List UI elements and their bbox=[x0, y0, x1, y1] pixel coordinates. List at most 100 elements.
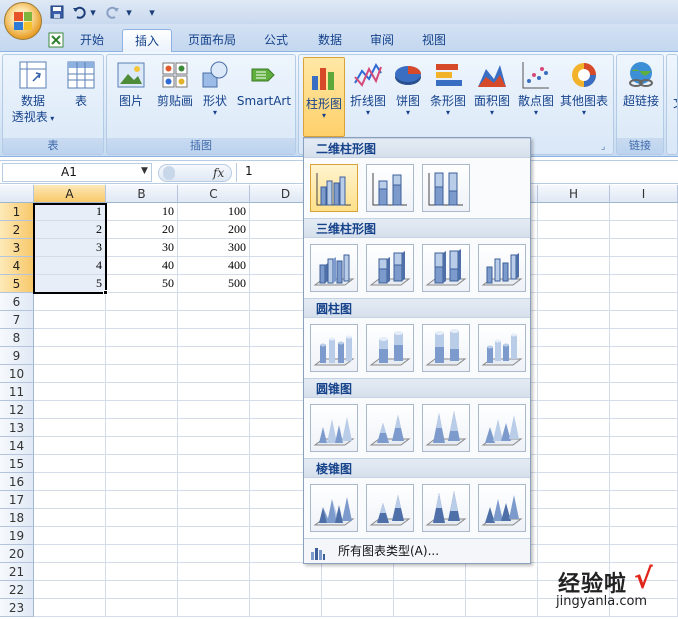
cell[interactable] bbox=[610, 419, 678, 437]
cell[interactable] bbox=[538, 239, 610, 257]
tab-formulas[interactable]: 公式 bbox=[252, 29, 300, 53]
select-all-corner[interactable] bbox=[0, 185, 34, 203]
name-box[interactable]: A1 ▼ bbox=[2, 163, 152, 182]
cell[interactable] bbox=[610, 347, 678, 365]
cell[interactable]: 50 bbox=[106, 275, 178, 293]
dialog-launcher-icon[interactable]: ⌟ bbox=[601, 142, 611, 152]
cell[interactable] bbox=[106, 347, 178, 365]
3d-clustered-column-option[interactable] bbox=[310, 244, 358, 292]
cell[interactable] bbox=[538, 473, 610, 491]
percent-stacked-cylinder-option[interactable] bbox=[422, 324, 470, 372]
cell[interactable] bbox=[106, 383, 178, 401]
excel-doc-icon[interactable] bbox=[48, 32, 64, 48]
picture-button[interactable]: 图片 bbox=[111, 59, 151, 109]
cell[interactable] bbox=[250, 599, 322, 617]
cell[interactable] bbox=[34, 329, 106, 347]
cell[interactable] bbox=[538, 401, 610, 419]
cell[interactable] bbox=[538, 545, 610, 563]
bar-chart-button[interactable]: 条形图 ▾ bbox=[427, 59, 469, 117]
row-header[interactable]: 5 bbox=[0, 275, 34, 293]
cell[interactable]: 30 bbox=[106, 239, 178, 257]
cell[interactable] bbox=[106, 293, 178, 311]
cell[interactable] bbox=[538, 383, 610, 401]
cell[interactable] bbox=[178, 401, 250, 419]
cell[interactable]: 500 bbox=[178, 275, 250, 293]
shapes-button[interactable]: 形状 ▾ bbox=[199, 59, 231, 117]
column-header-c[interactable]: C bbox=[178, 185, 250, 203]
row-header[interactable]: 7 bbox=[0, 311, 34, 329]
cell[interactable]: 200 bbox=[178, 221, 250, 239]
cell[interactable] bbox=[106, 491, 178, 509]
cell[interactable] bbox=[610, 239, 678, 257]
cell[interactable]: 4 bbox=[34, 257, 106, 275]
column-chart-button[interactable]: 柱形图 ▾ bbox=[303, 57, 345, 137]
redo-dropdown-icon[interactable]: ▾ bbox=[124, 4, 134, 20]
cell[interactable] bbox=[34, 419, 106, 437]
cell[interactable] bbox=[34, 401, 106, 419]
cell[interactable] bbox=[610, 293, 678, 311]
cell[interactable] bbox=[394, 599, 466, 617]
cell[interactable] bbox=[106, 581, 178, 599]
row-header[interactable]: 19 bbox=[0, 527, 34, 545]
tab-insert[interactable]: 插入 bbox=[122, 29, 173, 53]
3d-cylinder-option[interactable] bbox=[478, 324, 526, 372]
other-charts-button[interactable]: 其他图表 ▾ bbox=[557, 59, 611, 117]
cell[interactable] bbox=[34, 383, 106, 401]
cell[interactable] bbox=[106, 419, 178, 437]
cell[interactable] bbox=[610, 257, 678, 275]
smartart-button[interactable]: SmartArt bbox=[233, 59, 295, 109]
cell[interactable] bbox=[106, 455, 178, 473]
cell[interactable] bbox=[538, 455, 610, 473]
pivot-table-button[interactable]: 数据 透视表 ▾ bbox=[7, 59, 59, 127]
cell[interactable] bbox=[106, 599, 178, 617]
row-header[interactable]: 9 bbox=[0, 347, 34, 365]
cell[interactable] bbox=[250, 581, 322, 599]
row-header[interactable]: 17 bbox=[0, 491, 34, 509]
row-header[interactable]: 1 bbox=[0, 203, 34, 221]
row-header[interactable]: 8 bbox=[0, 329, 34, 347]
tab-data[interactable]: 数据 bbox=[306, 29, 354, 53]
cell[interactable] bbox=[178, 293, 250, 311]
cell[interactable] bbox=[34, 311, 106, 329]
row-header[interactable]: 6 bbox=[0, 293, 34, 311]
cell[interactable] bbox=[34, 545, 106, 563]
cell[interactable] bbox=[610, 383, 678, 401]
3d-cone-option[interactable] bbox=[478, 404, 526, 452]
percent-stacked-column-option[interactable] bbox=[422, 164, 470, 212]
cell[interactable] bbox=[610, 437, 678, 455]
cell[interactable] bbox=[466, 563, 538, 581]
hyperlink-button[interactable]: 超链接 bbox=[619, 59, 663, 109]
cell[interactable]: 400 bbox=[178, 257, 250, 275]
cell[interactable] bbox=[538, 347, 610, 365]
cell[interactable] bbox=[610, 275, 678, 293]
cell[interactable] bbox=[106, 473, 178, 491]
cell[interactable] bbox=[106, 365, 178, 383]
stacked-cone-option[interactable] bbox=[366, 404, 414, 452]
cell[interactable] bbox=[610, 491, 678, 509]
save-icon[interactable] bbox=[48, 4, 66, 20]
cell[interactable] bbox=[538, 437, 610, 455]
percent-stacked-pyramid-option[interactable] bbox=[422, 484, 470, 532]
cell[interactable] bbox=[610, 455, 678, 473]
cell[interactable]: 100 bbox=[178, 203, 250, 221]
cell[interactable]: 40 bbox=[106, 257, 178, 275]
cell[interactable] bbox=[34, 437, 106, 455]
cell[interactable] bbox=[34, 293, 106, 311]
clustered-column-option[interactable] bbox=[310, 164, 358, 212]
cell[interactable]: 20 bbox=[106, 221, 178, 239]
cell[interactable] bbox=[538, 221, 610, 239]
cell[interactable] bbox=[34, 509, 106, 527]
cell[interactable] bbox=[610, 221, 678, 239]
cell[interactable] bbox=[106, 509, 178, 527]
tab-page-layout[interactable]: 页面布局 bbox=[176, 29, 248, 53]
stacked-pyramid-option[interactable] bbox=[366, 484, 414, 532]
cell[interactable] bbox=[34, 491, 106, 509]
customize-qat-icon[interactable]: ▾ bbox=[146, 4, 158, 20]
cell[interactable] bbox=[610, 509, 678, 527]
cell[interactable] bbox=[178, 473, 250, 491]
cell[interactable]: 5 bbox=[34, 275, 106, 293]
cell[interactable] bbox=[466, 581, 538, 599]
cell[interactable] bbox=[538, 419, 610, 437]
cell[interactable] bbox=[394, 581, 466, 599]
cell[interactable] bbox=[394, 563, 466, 581]
